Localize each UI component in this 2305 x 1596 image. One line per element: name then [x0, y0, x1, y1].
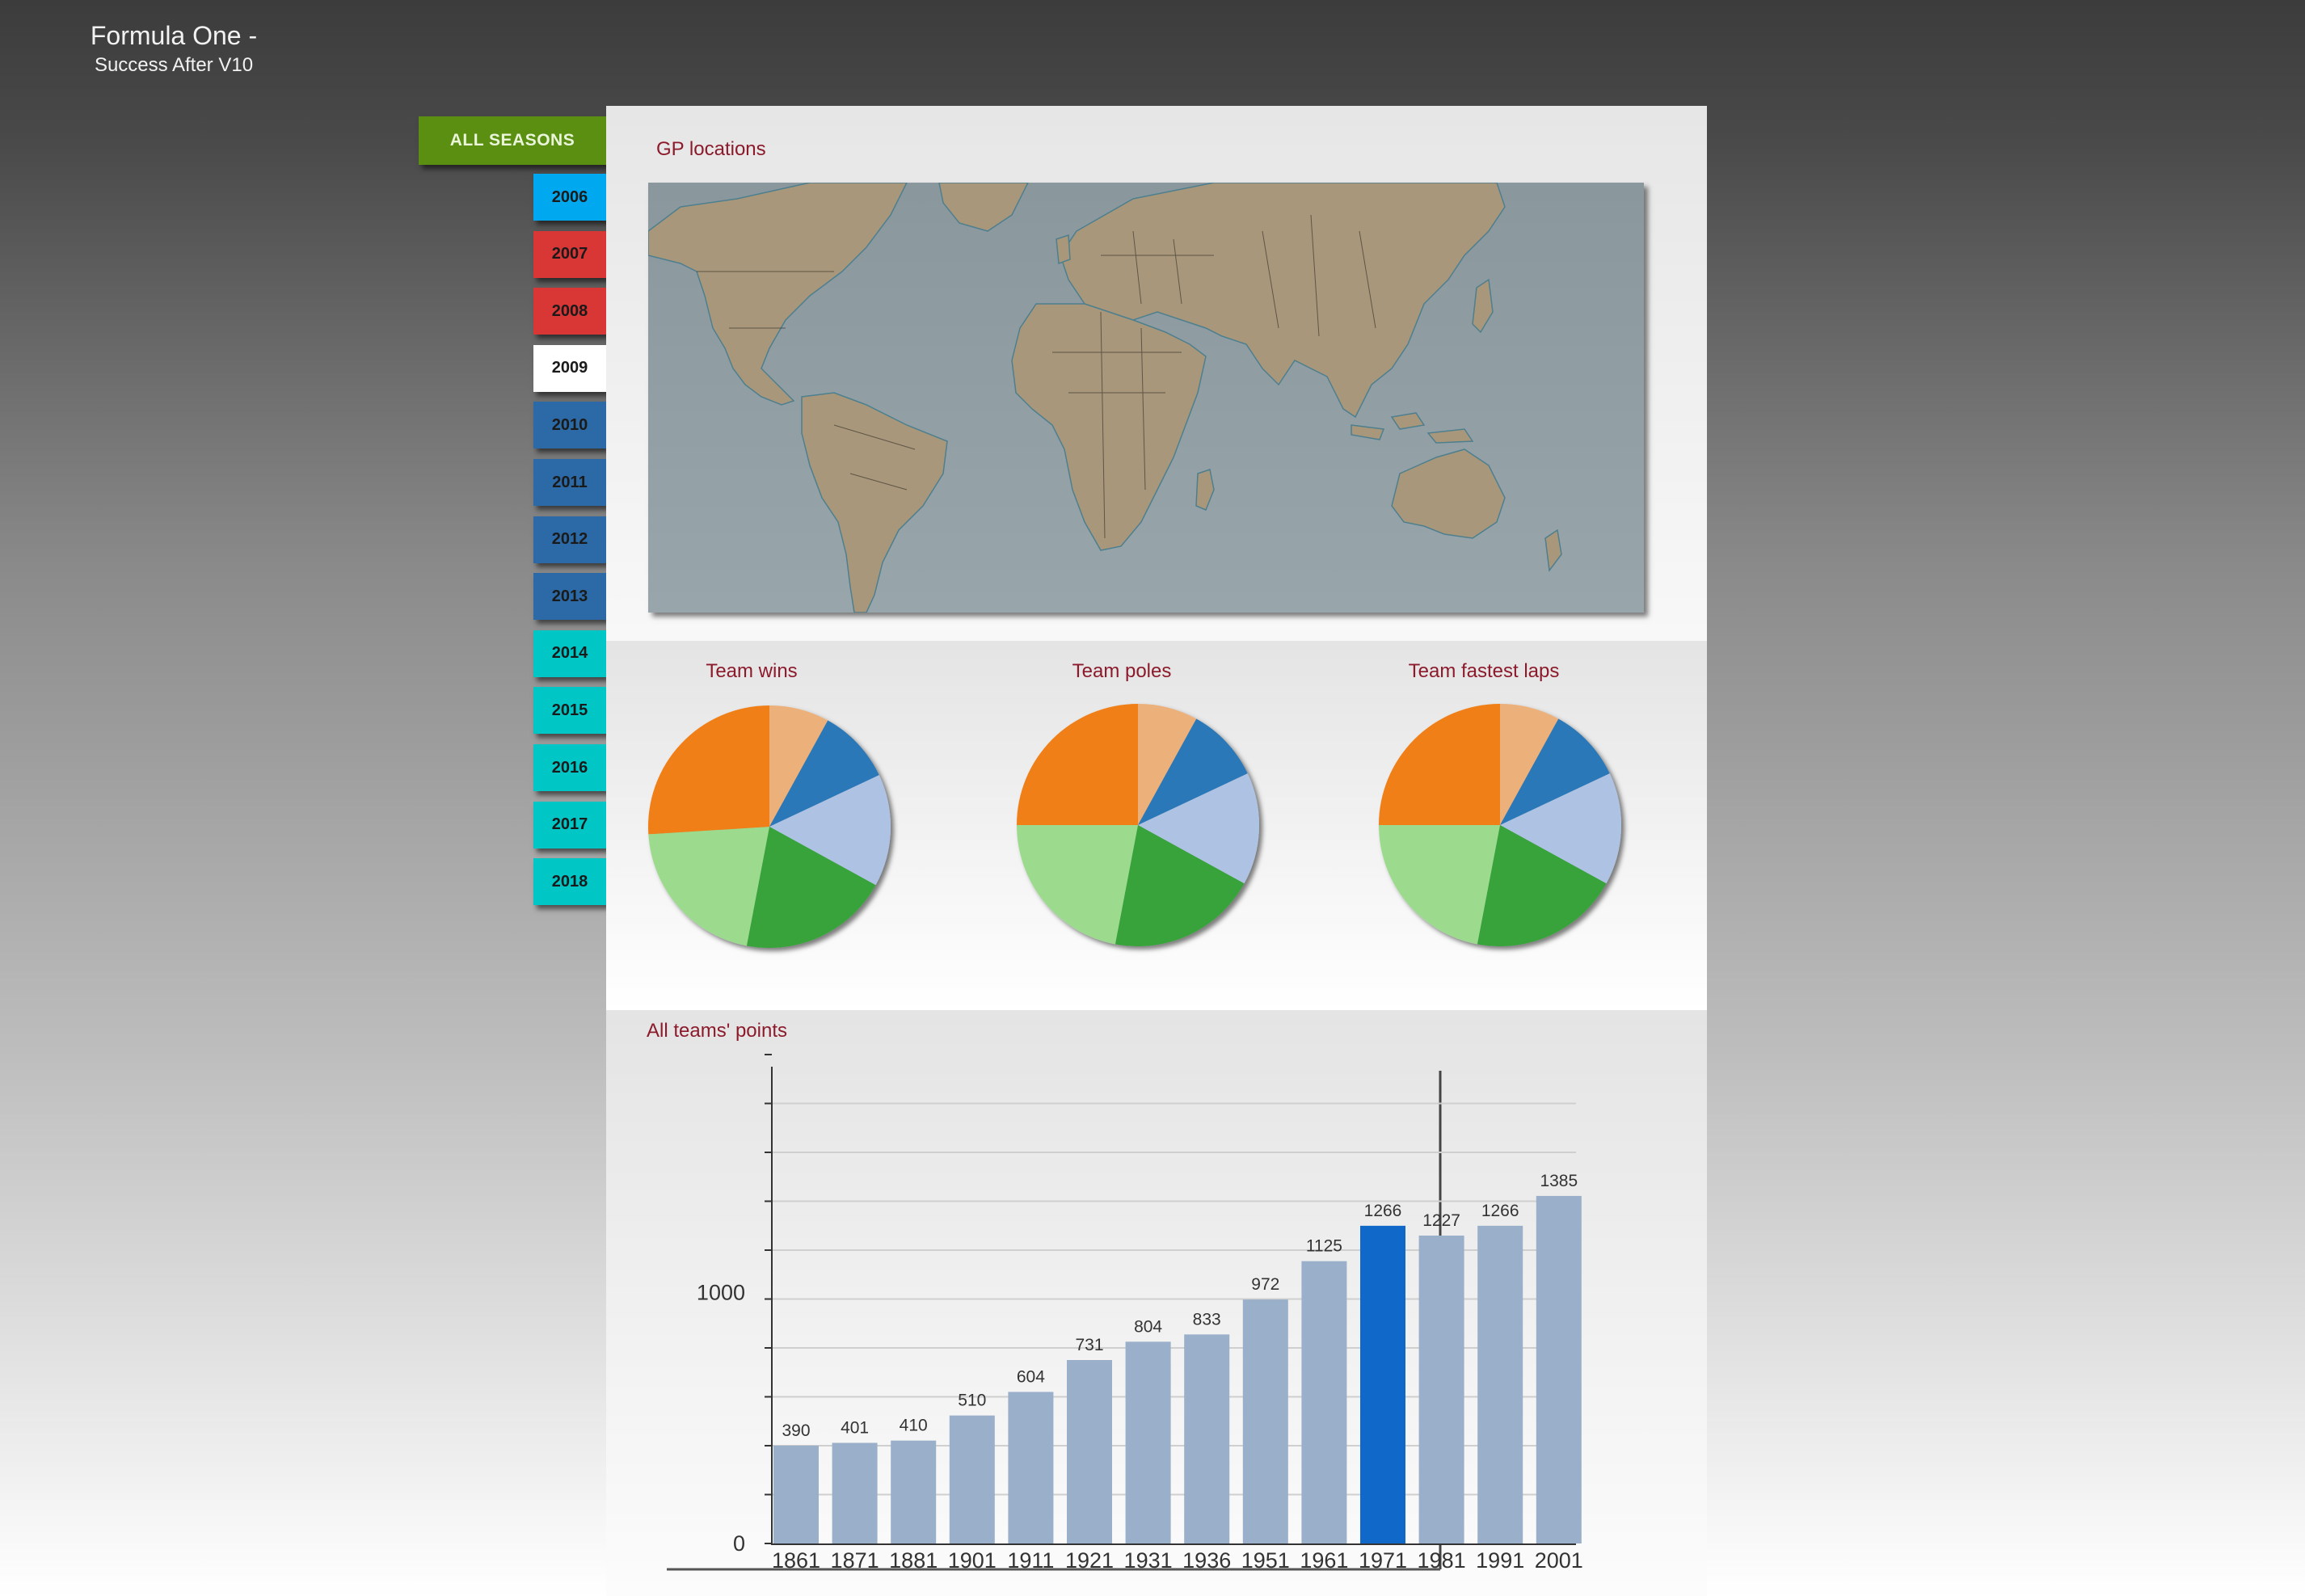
bar-value-label: 410: [900, 1417, 928, 1435]
app-title-line1: Formula One -: [90, 21, 258, 50]
bar[interactable]: [1125, 1341, 1171, 1543]
x-tick-label: 2001: [1535, 1548, 1583, 1573]
x-tick-label: 1936: [1182, 1548, 1231, 1573]
app-title-line2: Success After V10: [94, 54, 254, 76]
season-button-2008[interactable]: 2008: [533, 288, 606, 335]
madagascar: [1195, 469, 1215, 511]
x-tick-label: 1871: [831, 1548, 879, 1573]
bar[interactable]: [949, 1415, 995, 1543]
pie-slice[interactable]: [1017, 704, 1138, 825]
pie-slice[interactable]: [648, 705, 769, 835]
bar[interactable]: [1536, 1195, 1582, 1543]
team-poles-pie[interactable]: [1017, 704, 1267, 954]
team-wins-pie[interactable]: [648, 705, 899, 956]
africa: [1011, 303, 1207, 551]
bar-value-label: 604: [1017, 1367, 1045, 1386]
north-america: [648, 183, 908, 406]
y-tick-label: 1000: [697, 1280, 745, 1304]
bar-value-label: 1125: [1306, 1237, 1342, 1256]
bar[interactable]: [1067, 1360, 1112, 1543]
season-button-2012[interactable]: 2012: [533, 516, 606, 563]
bar[interactable]: [1360, 1225, 1405, 1543]
season-button-2007[interactable]: 2007: [533, 230, 606, 278]
season-button-2016[interactable]: 2016: [533, 744, 606, 791]
bar-value-label: 1266: [1481, 1202, 1519, 1220]
bar[interactable]: [1242, 1299, 1288, 1543]
bar[interactable]: [1477, 1225, 1523, 1543]
japan: [1472, 278, 1494, 334]
uk: [1056, 234, 1071, 265]
bar[interactable]: [1184, 1334, 1230, 1543]
x-tick-label: 1981: [1418, 1548, 1466, 1573]
season-button-2013[interactable]: 2013: [533, 573, 606, 621]
x-tick-label: 1911: [1007, 1548, 1054, 1573]
map-panel: GP locations: [606, 106, 1707, 641]
new-zealand: [1544, 528, 1562, 572]
x-tick-label: 1931: [1124, 1548, 1173, 1573]
season-button-2009[interactable]: 2009: [533, 344, 606, 392]
bar-value-label: 1266: [1364, 1202, 1402, 1220]
team-fastest-laps-pie[interactable]: [1379, 704, 1629, 954]
indonesia: [1351, 424, 1385, 440]
bar-value-label: 833: [1193, 1310, 1221, 1329]
bar[interactable]: [1418, 1235, 1464, 1543]
south-america: [801, 392, 948, 613]
bar-value-label: 390: [782, 1421, 810, 1440]
australia: [1391, 448, 1506, 539]
x-tick-label: 1951: [1241, 1548, 1290, 1573]
x-tick-label: 1921: [1065, 1548, 1114, 1573]
all-seasons-button[interactable]: ALL SEASONS: [419, 116, 606, 165]
bar[interactable]: [832, 1442, 878, 1543]
app-title: Formula One - Success After V10: [0, 18, 348, 78]
bar-value-label: 401: [841, 1418, 869, 1437]
bar[interactable]: [1301, 1261, 1347, 1543]
season-button-2018[interactable]: 2018: [533, 858, 606, 906]
bar-value-label: 731: [1075, 1336, 1103, 1354]
team-fastest-laps-title: Team fastest laps: [1408, 660, 1560, 682]
pies-panel: Team wins Team poles Team fastest laps: [606, 641, 1707, 1010]
bar[interactable]: [773, 1445, 819, 1543]
greenland: [938, 183, 1029, 232]
bar-value-label: 1227: [1422, 1211, 1460, 1230]
world-map[interactable]: [648, 183, 1644, 613]
bar[interactable]: [1008, 1392, 1054, 1543]
bar[interactable]: [891, 1440, 937, 1543]
bar-value-label: 972: [1251, 1275, 1279, 1294]
x-tick-label: 1991: [1476, 1548, 1524, 1573]
team-poles-title: Team poles: [1072, 660, 1172, 682]
season-button-2014[interactable]: 2014: [533, 630, 606, 677]
x-tick-label: 1961: [1300, 1548, 1348, 1573]
x-tick-label: 1861: [772, 1548, 820, 1573]
season-button-2006[interactable]: 2006: [533, 174, 606, 221]
bars-panel: All teams' points 0 1000 390 1861 401 1871 410…: [606, 1010, 1707, 1596]
x-tick-label: 1971: [1359, 1548, 1407, 1573]
x-tick-label: 1881: [889, 1548, 938, 1573]
pie-slice[interactable]: [1379, 704, 1500, 825]
team-wins-title: Team wins: [706, 660, 798, 682]
season-button-2017[interactable]: 2017: [533, 801, 606, 849]
map-title: GP locations: [656, 138, 766, 160]
points-bar-chart[interactable]: 0 1000 390 1861 401 1871 410 1881 510 1901 604 1911…: [606, 1010, 1707, 1596]
season-button-2010[interactable]: 2010: [533, 402, 606, 449]
y-tick-label: 0: [733, 1531, 745, 1556]
x-tick-label: 1901: [948, 1548, 997, 1573]
bar-value-label: 804: [1134, 1317, 1162, 1336]
world-map-svg: [648, 183, 1562, 613]
bar-value-label: 1385: [1540, 1172, 1578, 1190]
bar-value-label: 510: [958, 1392, 986, 1410]
season-button-2015[interactable]: 2015: [533, 687, 606, 735]
season-button-2011[interactable]: 2011: [533, 459, 606, 506]
